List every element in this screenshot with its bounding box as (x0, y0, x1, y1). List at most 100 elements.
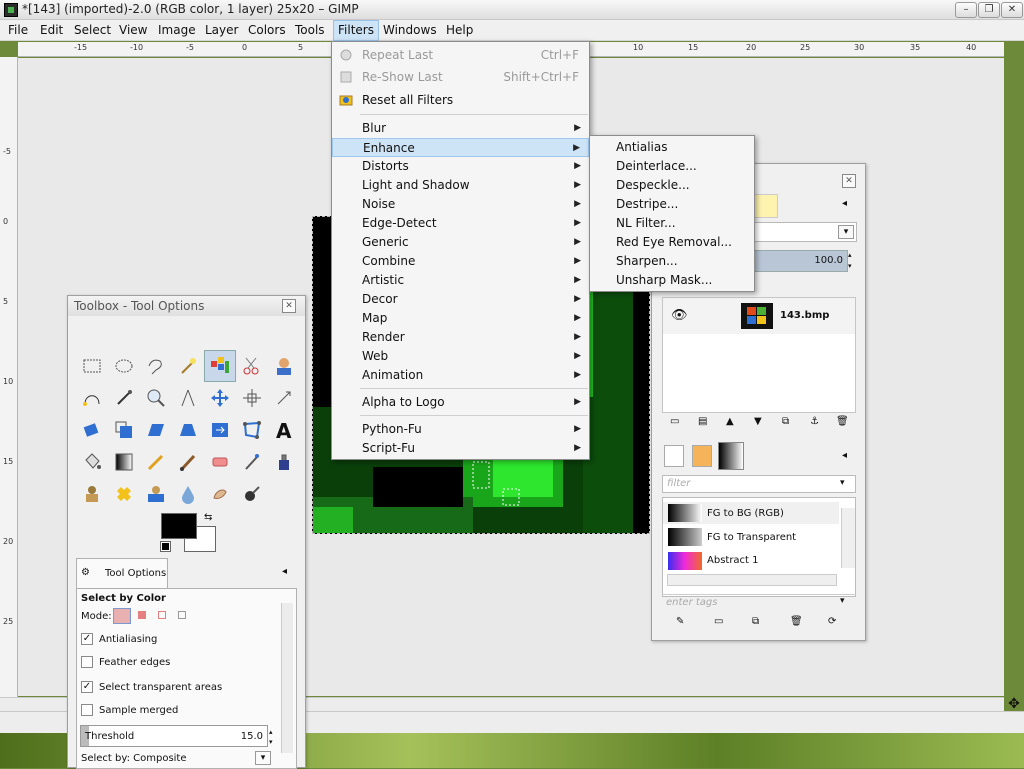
refresh-gradients-icon[interactable]: ⟳ (828, 616, 836, 627)
menu-item-combine[interactable]: Combine ▶ (332, 252, 589, 271)
vertical-ruler[interactable]: -5 0 5 10 15 20 25 (0, 57, 18, 697)
ellipse-select-tool-icon[interactable] (110, 352, 138, 380)
rect-select-tool-icon[interactable] (78, 352, 106, 380)
menu-item-map[interactable]: Map ▶ (332, 309, 589, 328)
menu-help[interactable]: Help (442, 20, 477, 41)
scale-tool-icon[interactable] (110, 416, 138, 444)
free-select-tool-icon[interactable] (142, 352, 170, 380)
tags-dropdown-icon[interactable]: ▾ (840, 596, 845, 606)
menu-edit[interactable]: Edit (36, 20, 67, 41)
new-gradient-icon[interactable]: ▭ (714, 616, 723, 627)
eraser-tool-icon[interactable] (206, 448, 234, 476)
menu-item-antialias[interactable]: Antialias (590, 138, 754, 157)
lower-layer-icon[interactable]: ▼ (754, 416, 762, 427)
anchor-layer-icon[interactable]: ⚓ (810, 416, 819, 427)
flip-tool-icon[interactable] (206, 416, 234, 444)
horizontal-scrollbar[interactable] (667, 574, 837, 586)
gradients-list[interactable]: FG to BG (RGB) FG to Transparent Abstrac… (662, 497, 856, 597)
menu-item-generic[interactable]: Generic ▶ (332, 233, 589, 252)
select-by-dropdown-icon[interactable]: ▾ (255, 751, 271, 765)
mode-intersect-icon[interactable] (175, 608, 193, 624)
duplicate-layer-icon[interactable]: ⧉ (782, 416, 789, 427)
filter-dropdown-icon[interactable]: ▾ (840, 478, 845, 488)
menu-file[interactable]: File (4, 20, 32, 41)
threshold-slider[interactable]: Threshold 15.0 (80, 725, 268, 747)
menu-item-reshow-last[interactable]: Re-Show Last Shift+Ctrl+F (332, 68, 589, 87)
dodge-burn-tool-icon[interactable] (238, 480, 266, 508)
align-tool-icon[interactable] (238, 384, 266, 412)
gradients-menu-icon[interactable]: ◂ (842, 450, 847, 461)
bucket-fill-tool-icon[interactable] (78, 448, 106, 476)
minimize-button[interactable]: – (955, 2, 977, 18)
select-by-color-tool-icon[interactable] (204, 350, 236, 382)
menu-item-unsharp-mask[interactable]: Unsharp Mask... (590, 271, 754, 290)
swap-colors-icon[interactable]: ⇆ (204, 512, 212, 523)
text-tool-icon[interactable]: A (270, 416, 298, 444)
tags-input[interactable]: enter tags (662, 594, 856, 610)
menu-colors[interactable]: Colors (244, 20, 290, 41)
dock-close-icon[interactable]: ✕ (842, 174, 856, 188)
select-by-value[interactable]: Composite (133, 753, 186, 764)
mode-dropdown-icon[interactable]: ▾ (838, 225, 854, 239)
antialiasing-checkbox[interactable]: ✓ (81, 633, 93, 645)
select-transparent-checkbox[interactable]: ✓ (81, 681, 93, 693)
mode-subtract-icon[interactable] (155, 608, 173, 624)
gradient-name[interactable]: Abstract 1 (707, 555, 759, 566)
menu-item-despeckle[interactable]: Despeckle... (590, 176, 754, 195)
color-picker-tool-icon[interactable] (110, 384, 138, 412)
menu-item-red-eye-removal[interactable]: Red Eye Removal... (590, 233, 754, 252)
mode-add-icon[interactable] (135, 608, 153, 624)
menu-item-light-and-shadow[interactable]: Light and Shadow ▶ (332, 176, 589, 195)
menu-item-edge-detect[interactable]: Edge-Detect ▶ (332, 214, 589, 233)
close-button[interactable]: ✕ (1001, 2, 1023, 18)
menu-windows[interactable]: Windows (379, 20, 441, 41)
delete-layer-icon[interactable]: 🗑 (836, 416, 849, 427)
paths-tool-icon[interactable] (78, 384, 106, 412)
delete-gradient-icon[interactable]: 🗑 (790, 616, 803, 627)
eye-icon[interactable]: 👁 (671, 308, 688, 323)
airbrush-tool-icon[interactable] (238, 448, 266, 476)
foreground-select-tool-icon[interactable] (270, 352, 298, 380)
menu-item-sharpen[interactable]: Sharpen... (590, 252, 754, 271)
layers-list[interactable]: 👁 143.bmp (662, 297, 856, 413)
shear-tool-icon[interactable] (142, 416, 170, 444)
tab-brushes[interactable] (664, 445, 684, 467)
tab-paths[interactable] (752, 194, 778, 218)
new-layer-icon[interactable]: ▭ (670, 416, 679, 427)
blend-tool-icon[interactable] (110, 448, 138, 476)
tool-options-menu-icon[interactable]: ◂ (282, 566, 287, 577)
zoom-tool-icon[interactable] (142, 384, 170, 412)
heal-tool-icon[interactable] (110, 480, 138, 508)
scissors-select-tool-icon[interactable] (238, 352, 266, 380)
dock-menu-icon[interactable]: ◂ (842, 198, 847, 209)
vertical-scrollbar[interactable] (841, 508, 855, 568)
menu-tools[interactable]: Tools (291, 20, 329, 41)
sample-merged-checkbox[interactable] (81, 704, 93, 716)
menu-item-repeat-last[interactable]: Repeat Last Ctrl+F (332, 46, 589, 65)
menu-item-blur[interactable]: Blur ▶ (332, 119, 589, 138)
menu-layer[interactable]: Layer (201, 20, 242, 41)
ink-tool-icon[interactable] (270, 448, 298, 476)
menu-item-artistic[interactable]: Artistic ▶ (332, 271, 589, 290)
mode-replace-icon[interactable] (113, 608, 131, 624)
foreground-color-swatch[interactable] (161, 513, 197, 539)
tab-gradients[interactable] (718, 442, 744, 470)
menu-item-python-fu[interactable]: Python-Fu ▶ (332, 420, 589, 439)
menu-view[interactable]: View (115, 20, 151, 41)
menu-item-distorts[interactable]: Distorts ▶ (332, 157, 589, 176)
tab-tool-options[interactable]: ⚙ Tool Options (76, 558, 168, 588)
blur-tool-icon[interactable] (174, 480, 202, 508)
menu-item-script-fu[interactable]: Script-Fu ▶ (332, 439, 589, 458)
layer-group-icon[interactable]: ▤ (698, 416, 707, 427)
raise-layer-icon[interactable]: ▲ (726, 416, 734, 427)
fuzzy-select-tool-icon[interactable] (174, 352, 202, 380)
menu-image[interactable]: Image (154, 20, 200, 41)
menu-item-deinterlace[interactable]: Deinterlace... (590, 157, 754, 176)
perspective-clone-tool-icon[interactable] (142, 480, 170, 508)
layer-row[interactable]: 👁 143.bmp (663, 298, 855, 334)
clone-tool-icon[interactable] (78, 480, 106, 508)
threshold-spinner[interactable]: ▴ ▾ (269, 727, 279, 747)
menu-item-noise[interactable]: Noise ▶ (332, 195, 589, 214)
opacity-spinner[interactable]: ▴ ▾ (848, 250, 856, 272)
menu-item-destripe[interactable]: Destripe... (590, 195, 754, 214)
